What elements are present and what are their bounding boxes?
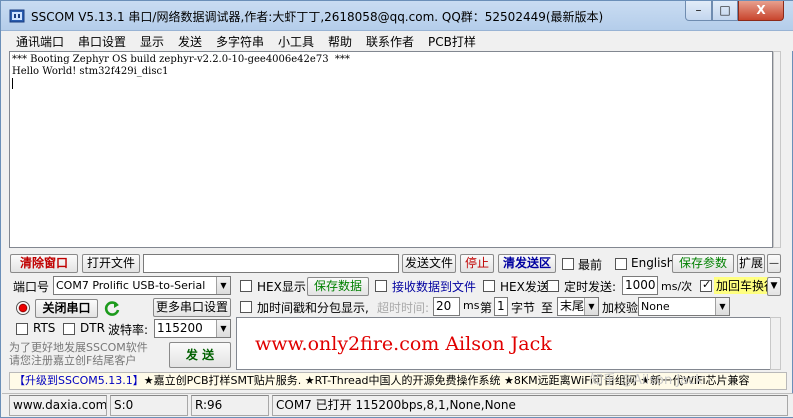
clear-send-button[interactable]: 清发送区 <box>498 254 556 273</box>
english-checkbox[interactable] <box>615 258 627 270</box>
send-area-scrollbar[interactable] <box>770 317 781 370</box>
port-status-indicator <box>16 301 30 315</box>
byte-unit-label: 字节 <box>511 301 536 315</box>
menu-display[interactable]: 显示 <box>140 33 164 50</box>
recv-to-file-label[interactable]: 接收数据到文件 <box>392 278 476 295</box>
upgrade-link[interactable]: 【升级到SSCOM5.13.1】 <box>14 374 144 387</box>
recv-to-file-checkbox[interactable] <box>375 280 387 292</box>
expand-button[interactable]: 扩展 <box>737 254 765 273</box>
close-button[interactable]: X <box>738 1 784 21</box>
send-input-area[interactable]: www.only2fire.com Ailson Jack <box>236 317 780 370</box>
interval-unit: ms/次 <box>661 280 693 293</box>
menu-bar: 通讯端口 串口设置 显示 发送 多字符串 小工具 帮助 联系作者 PCB打样 <box>2 31 793 51</box>
menu-multi-string[interactable]: 多字符串 <box>216 33 264 50</box>
status-port-state: COM7 已打开 115200bps,8,1,None,None <box>272 395 788 416</box>
chevron-down-icon[interactable]: ▼ <box>584 298 598 315</box>
rts-checkbox[interactable] <box>16 323 28 335</box>
clear-window-button[interactable]: 清除窗口 <box>10 254 78 273</box>
to-label: 至 <box>541 301 554 315</box>
port-select-value: COM7 Prolific USB-to-Serial <box>56 279 206 292</box>
file-path-field[interactable] <box>143 254 399 273</box>
byte-index-label: 第 <box>480 301 493 315</box>
app-window: SSCOM V5.13.1 串口/网络数据调试器,作者:大虾丁丁,2618058… <box>0 0 793 418</box>
terminal-line: Hello World! stm32f429i_disc1 <box>12 66 169 77</box>
status-website[interactable]: www.daxia.com <box>9 395 107 416</box>
app-icon <box>9 9 25 23</box>
baud-select-value: 115200 <box>157 321 203 335</box>
save-params-button[interactable]: 保存参数 <box>672 254 734 273</box>
status-sent-count: S:0 <box>110 395 188 416</box>
timed-send-checkbox[interactable] <box>547 280 559 292</box>
refresh-icon[interactable] <box>104 300 121 317</box>
more-serial-settings-button[interactable]: 更多串口设置 <box>153 298 231 317</box>
menu-send[interactable]: 发送 <box>178 33 202 50</box>
crlf-menu-button[interactable]: ▼ <box>767 277 781 296</box>
hex-send-label: HEX发送 <box>500 280 549 294</box>
news-ticker[interactable]: 【升级到SSCOM5.13.1】★嘉立创PCB打样SMT贴片服务. ★RT-Th… <box>9 372 787 390</box>
hex-display-label: HEX显示 <box>257 280 306 294</box>
menu-comm-port[interactable]: 通讯端口 <box>16 33 64 50</box>
hex-display-checkbox[interactable] <box>240 280 252 292</box>
port-select[interactable]: COM7 Prolific USB-to-Serial ▼ <box>53 276 231 295</box>
timestamp-checkbox[interactable] <box>240 301 252 313</box>
timeout-input[interactable]: 20 <box>433 297 460 316</box>
to-select-value: 末尾 <box>560 299 585 313</box>
chevron-down-icon[interactable]: ▼ <box>216 320 230 337</box>
menu-contact-author[interactable]: 联系作者 <box>366 33 414 50</box>
checksum-select[interactable]: None ▼ <box>638 297 730 316</box>
port-label: 端口号 <box>13 280 50 294</box>
checksum-label: 加校验 <box>602 301 639 315</box>
close-port-button[interactable]: 关闭串口 <box>35 299 98 318</box>
send-file-button[interactable]: 发送文件 <box>402 254 456 273</box>
checksum-select-value: None <box>641 300 670 313</box>
english-label: English <box>631 256 675 270</box>
open-file-button[interactable]: 打开文件 <box>82 254 140 273</box>
chevron-down-icon[interactable]: ▼ <box>216 277 230 294</box>
hex-send-checkbox[interactable] <box>483 280 495 292</box>
text-caret <box>12 78 13 89</box>
maximize-button[interactable]: □ <box>712 1 738 21</box>
timed-send-label: 定时发送: <box>564 280 617 294</box>
title-bar: SSCOM V5.13.1 串口/网络数据调试器,作者:大虾丁丁,2618058… <box>1 1 793 31</box>
topmost-label: 最前 <box>578 258 603 272</box>
receive-terminal[interactable]: *** Booting Zephyr OS build zephyr-v2.2.… <box>9 51 773 248</box>
topmost-checkbox[interactable] <box>562 258 574 270</box>
menu-help[interactable]: 帮助 <box>328 33 352 50</box>
save-data-button[interactable]: 保存数据 <box>307 277 369 296</box>
minimize-button[interactable]: – <box>685 1 712 21</box>
overlay-watermark: 知乎 @Ailson Jack <box>590 373 703 388</box>
menu-tools[interactable]: 小工具 <box>278 33 314 50</box>
terminal-line: *** Booting Zephyr OS build zephyr-v2.2.… <box>12 54 350 65</box>
add-crlf-checkbox[interactable] <box>700 278 712 292</box>
dtr-label: DTR <box>80 321 105 335</box>
to-select[interactable]: 末尾 ▼ <box>557 297 599 316</box>
byte-index-input[interactable]: 1 <box>494 297 508 316</box>
timestamp-label: 加时间戳和分包显示, <box>257 301 369 315</box>
terminal-scrollbar[interactable] <box>773 51 781 248</box>
send-area-watermark: www.only2fire.com Ailson Jack <box>255 333 552 355</box>
status-received-count: R:96 <box>191 395 269 416</box>
baud-label: 波特率: <box>108 323 149 337</box>
collapse-button[interactable]: — <box>767 254 781 273</box>
send-button[interactable]: 发 送 <box>169 342 231 368</box>
timeout-label: 超时时间: <box>377 301 430 315</box>
rts-label: RTS <box>33 321 56 335</box>
timeout-unit: ms <box>463 299 480 312</box>
status-bar: www.daxia.com S:0 R:96 COM7 已打开 115200bp… <box>2 393 793 417</box>
menu-serial-settings[interactable]: 串口设置 <box>78 33 126 50</box>
stop-button[interactable]: 停止 <box>460 254 494 273</box>
menu-pcb[interactable]: PCB打样 <box>428 33 476 50</box>
dtr-checkbox[interactable] <box>63 323 75 335</box>
chevron-down-icon[interactable]: ▼ <box>715 298 729 315</box>
interval-input[interactable]: 1000 <box>622 276 658 295</box>
baud-select[interactable]: 115200 ▼ <box>154 319 231 338</box>
window-title: SSCOM V5.13.1 串口/网络数据调试器,作者:大虾丁丁,2618058… <box>31 10 604 24</box>
